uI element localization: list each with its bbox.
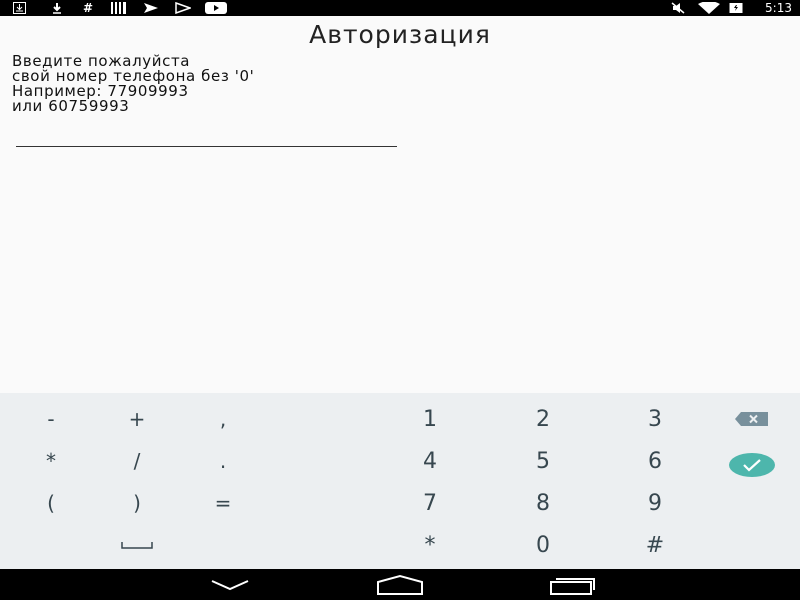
youtube-icon (204, 2, 228, 14)
back-icon (211, 579, 249, 590)
home-button[interactable] (370, 571, 430, 598)
download-box-icon (12, 2, 26, 14)
key-hash[interactable]: # (615, 525, 695, 565)
home-icon (377, 574, 423, 595)
backspace-icon (735, 412, 768, 426)
phone-number-input[interactable] (16, 126, 397, 147)
navigation-bar (0, 569, 800, 600)
key-star[interactable]: * (390, 525, 470, 565)
key-plus[interactable]: + (97, 399, 177, 439)
hashtag-icon: # (82, 1, 94, 15)
space-bar-icon (121, 542, 153, 549)
status-bar: # 5:13 (0, 0, 800, 16)
key-1[interactable]: 1 (390, 399, 470, 439)
done-check-icon (729, 453, 775, 477)
recents-button[interactable] (542, 571, 602, 598)
key-slash[interactable]: / (97, 441, 177, 481)
key-0[interactable]: 0 (503, 525, 583, 565)
instructions-text: Введите пожалуйста свой номер телефона б… (12, 54, 254, 114)
wifi-icon (697, 2, 721, 14)
page-title: Авторизация (309, 20, 491, 49)
key-space[interactable] (97, 525, 177, 565)
battery-icon (728, 2, 744, 14)
key-period[interactable]: . (183, 441, 263, 481)
key-comma[interactable]: , (183, 399, 263, 439)
key-3[interactable]: 3 (615, 399, 695, 439)
key-close-paren[interactable]: ) (97, 483, 177, 523)
send-flag-icon (142, 2, 160, 14)
key-6[interactable]: 6 (615, 441, 695, 481)
download-icon (50, 2, 64, 14)
key-5[interactable]: 5 (503, 441, 583, 481)
instruction-line: или 60759993 (12, 97, 130, 115)
status-time: 5:13 (765, 1, 792, 15)
key-8[interactable]: 8 (503, 483, 583, 523)
barcode-icon (110, 2, 128, 14)
key-asterisk[interactable]: * (11, 441, 91, 481)
key-minus[interactable]: - (11, 399, 91, 439)
done-key[interactable] (712, 445, 792, 485)
backspace-key[interactable] (712, 399, 792, 439)
key-4[interactable]: 4 (390, 441, 470, 481)
key-open-paren[interactable]: ( (11, 483, 91, 523)
key-equals[interactable]: = (183, 483, 263, 523)
key-9[interactable]: 9 (615, 483, 695, 523)
play-store-icon (174, 2, 192, 14)
key-7[interactable]: 7 (390, 483, 470, 523)
numeric-keyboard: - + , * / . ( ) = 1 2 3 4 5 6 7 8 9 * 0 … (0, 393, 800, 569)
key-2[interactable]: 2 (503, 399, 583, 439)
recents-icon (550, 577, 595, 595)
mute-icon (670, 2, 686, 14)
back-button[interactable] (200, 571, 260, 598)
